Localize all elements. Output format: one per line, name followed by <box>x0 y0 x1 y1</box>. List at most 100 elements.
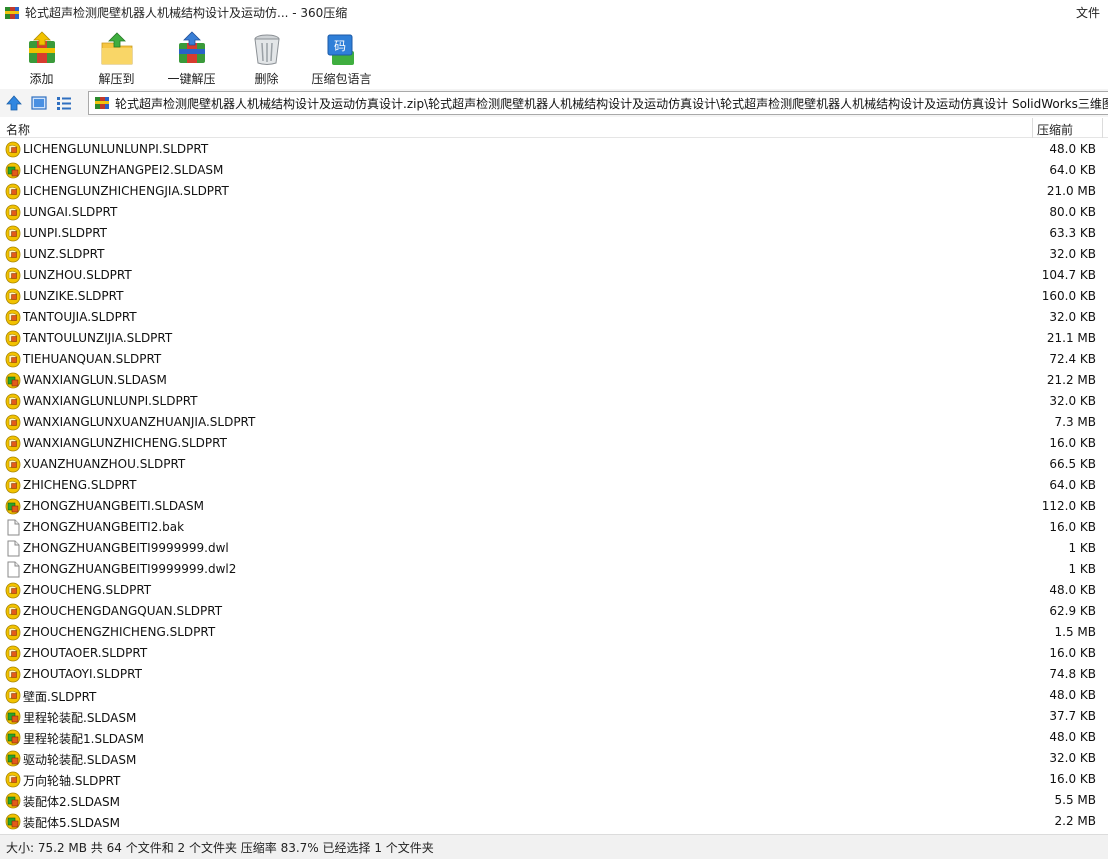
file-name: ZHONGZHUANGBEITI.SLDASM <box>23 499 205 513</box>
file-row[interactable]: ZHONGZHUANGBEITI9999999.dwl2 1 KB <box>0 559 1108 580</box>
generic-file-icon <box>5 519 21 536</box>
toolbar: 添加 解压到 一键解压 删除 码 压缩包语言 <box>0 25 1108 89</box>
add-label: 添加 <box>29 72 54 86</box>
file-row[interactable]: TANTOULUNZIJIA.SLDPRT 21.1 MB <box>0 328 1108 349</box>
file-row[interactable]: ZHONGZHUANGBEITI.SLDASM 112.0 KB <box>0 496 1108 517</box>
file-size: 48.0 KB <box>1049 730 1096 744</box>
file-size: 21.2 MB <box>1046 373 1096 387</box>
file-size: 32.0 KB <box>1049 247 1096 261</box>
file-size: 21.1 MB <box>1046 331 1096 345</box>
file-size: 72.4 KB <box>1049 352 1096 366</box>
file-row[interactable]: WANXIANGLUNLUNPI.SLDPRT 32.0 KB <box>0 391 1108 412</box>
file-size: 7.3 MB <box>1054 415 1096 429</box>
address-path: 轮式超声检测爬壁机器人机械结构设计及运动仿真设计.zip\轮式超声检测爬壁机器人… <box>115 96 1108 111</box>
thumbnail-view-icon[interactable] <box>28 92 50 114</box>
file-row[interactable]: TANTOUJIA.SLDPRT 32.0 KB <box>0 307 1108 328</box>
file-row[interactable]: ZHONGZHUANGBEITI2.bak 16.0 KB <box>0 517 1108 538</box>
file-name: ZHICHENG.SLDPRT <box>23 478 137 492</box>
file-row[interactable]: XUANZHUANZHOU.SLDPRT 66.5 KB <box>0 454 1108 475</box>
solidworks-part-icon <box>5 414 21 431</box>
file-row[interactable]: TIEHUANQUAN.SLDPRT 72.4 KB <box>0 349 1108 370</box>
file-row[interactable]: LUNZIKE.SLDPRT 160.0 KB <box>0 286 1108 307</box>
file-name: ZHOUCHENGZHICHENG.SLDPRT <box>23 625 216 639</box>
column-name-header[interactable]: 名称 <box>6 121 30 138</box>
solidworks-part-icon <box>5 477 21 494</box>
file-row[interactable]: LUNZ.SLDPRT 32.0 KB <box>0 244 1108 265</box>
archive-language-label: 压缩包语言 <box>311 72 372 86</box>
solidworks-part-icon <box>5 624 21 641</box>
file-size: 66.5 KB <box>1049 457 1096 471</box>
file-name: LUNGAI.SLDPRT <box>23 205 118 219</box>
file-row[interactable]: ZHOUCHENGZHICHENG.SLDPRT 1.5 MB <box>0 622 1108 643</box>
solidworks-part-icon <box>5 393 21 410</box>
solidworks-part-icon <box>5 351 21 368</box>
file-size: 160.0 KB <box>1041 289 1096 303</box>
file-row[interactable]: 装配体5.SLDASM 2.2 MB <box>0 811 1108 832</box>
extract-to-button[interactable]: 解压到 <box>79 25 154 87</box>
file-row[interactable]: LUNGAI.SLDPRT 80.0 KB <box>0 202 1108 223</box>
add-button[interactable]: 添加 <box>4 25 79 87</box>
file-row[interactable]: ZHOUCHENG.SLDPRT 48.0 KB <box>0 580 1108 601</box>
file-row[interactable]: LICHENGLUNZHANGPEI2.SLDASM 64.0 KB <box>0 160 1108 181</box>
column-header: 名称 压缩前 <box>0 118 1108 138</box>
file-row[interactable]: LUNZHOU.SLDPRT 104.7 KB <box>0 265 1108 286</box>
file-name: LICHENGLUNZHICHENGJIA.SLDPRT <box>23 184 229 198</box>
file-size: 1 KB <box>1068 562 1096 576</box>
one-click-extract-button[interactable]: 一键解压 <box>154 25 229 87</box>
file-row[interactable]: 里程轮装配1.SLDASM 48.0 KB <box>0 727 1108 748</box>
file-size: 48.0 KB <box>1049 688 1096 702</box>
file-row[interactable]: 装配体2.SLDASM 5.5 MB <box>0 790 1108 811</box>
file-size: 32.0 KB <box>1049 751 1096 765</box>
file-name: LICHENGLUNZHANGPEI2.SLDASM <box>23 163 224 177</box>
file-row[interactable]: ZHICHENG.SLDPRT 64.0 KB <box>0 475 1108 496</box>
file-row[interactable]: 里程轮装配.SLDASM 37.7 KB <box>0 706 1108 727</box>
file-row[interactable]: LICHENGLUNZHICHENGJIA.SLDPRT 21.0 MB <box>0 181 1108 202</box>
archive-language-button[interactable]: 码 压缩包语言 <box>304 25 379 87</box>
file-row[interactable]: ZHONGZHUANGBEITI9999999.dwl 1 KB <box>0 538 1108 559</box>
status-text: 大小: 75.2 MB 共 64 个文件和 2 个文件夹 压缩率 83.7% 已… <box>6 840 434 855</box>
file-size: 32.0 KB <box>1049 394 1096 408</box>
file-list: LICHENGLUNLUNLUNPI.SLDPRT 48.0 KB LICHENGL… <box>0 139 1108 832</box>
up-arrow-icon[interactable] <box>3 92 25 114</box>
one-click-extract-icon <box>174 31 210 67</box>
file-size: 16.0 KB <box>1049 646 1096 660</box>
extract-to-label: 解压到 <box>98 72 135 86</box>
column-divider[interactable] <box>1032 118 1033 138</box>
file-row[interactable]: LUNPI.SLDPRT 63.3 KB <box>0 223 1108 244</box>
file-name: 万向轮轴.SLDPRT <box>23 774 121 788</box>
file-row[interactable]: ZHOUTAOYI.SLDPRT 74.8 KB <box>0 664 1108 685</box>
file-name: ZHOUTAOER.SLDPRT <box>23 646 148 660</box>
list-view-icon[interactable] <box>53 92 75 114</box>
file-row[interactable]: WANXIANGLUNZHICHENG.SLDPRT 16.0 KB <box>0 433 1108 454</box>
file-row[interactable]: 壁面.SLDPRT 48.0 KB <box>0 685 1108 706</box>
column-size-header[interactable]: 压缩前 <box>1037 121 1073 138</box>
file-size: 21.0 MB <box>1046 184 1096 198</box>
file-row[interactable]: WANXIANGLUNXUANZHUANJIA.SLDPRT 7.3 MB <box>0 412 1108 433</box>
file-size: 37.7 KB <box>1049 709 1096 723</box>
file-menu[interactable]: 文件 <box>1076 4 1100 21</box>
address-bar: 轮式超声检测爬壁机器人机械结构设计及运动仿真设计.zip\轮式超声检测爬壁机器人… <box>0 89 1108 117</box>
address-path-field[interactable]: 轮式超声检测爬壁机器人机械结构设计及运动仿真设计.zip\轮式超声检测爬壁机器人… <box>88 91 1108 115</box>
file-name: 驱动轮装配.SLDASM <box>23 753 137 767</box>
file-size: 5.5 MB <box>1054 793 1096 807</box>
file-row[interactable]: 万向轮轴.SLDPRT 16.0 KB <box>0 769 1108 790</box>
generic-file-icon <box>5 540 21 557</box>
file-name: LUNZHOU.SLDPRT <box>23 268 132 282</box>
file-name: ZHONGZHUANGBEITI2.bak <box>23 520 185 534</box>
solidworks-part-icon <box>5 687 21 704</box>
file-row[interactable]: ZHOUCHENGDANGQUAN.SLDPRT 62.9 KB <box>0 601 1108 622</box>
file-row[interactable]: LICHENGLUNLUNLUNPI.SLDPRT 48.0 KB <box>0 139 1108 160</box>
solidworks-part-icon <box>5 435 21 452</box>
file-row[interactable]: 驱动轮装配.SLDASM 32.0 KB <box>0 748 1108 769</box>
file-row[interactable]: ZHOUTAOER.SLDPRT 16.0 KB <box>0 643 1108 664</box>
file-row[interactable]: WANXIANGLUN.SLDASM 21.2 MB <box>0 370 1108 391</box>
status-bar: 大小: 75.2 MB 共 64 个文件和 2 个文件夹 压缩率 83.7% 已… <box>0 834 1108 859</box>
file-size: 80.0 KB <box>1049 205 1096 219</box>
file-name: ZHOUCHENGDANGQUAN.SLDPRT <box>23 604 223 618</box>
delete-button[interactable]: 删除 <box>229 25 304 87</box>
solidworks-part-icon <box>5 225 21 242</box>
column-divider[interactable] <box>1102 118 1103 138</box>
file-name: ZHOUTAOYI.SLDPRT <box>23 667 142 681</box>
add-archive-icon <box>24 31 60 67</box>
file-size: 112.0 KB <box>1041 499 1096 513</box>
